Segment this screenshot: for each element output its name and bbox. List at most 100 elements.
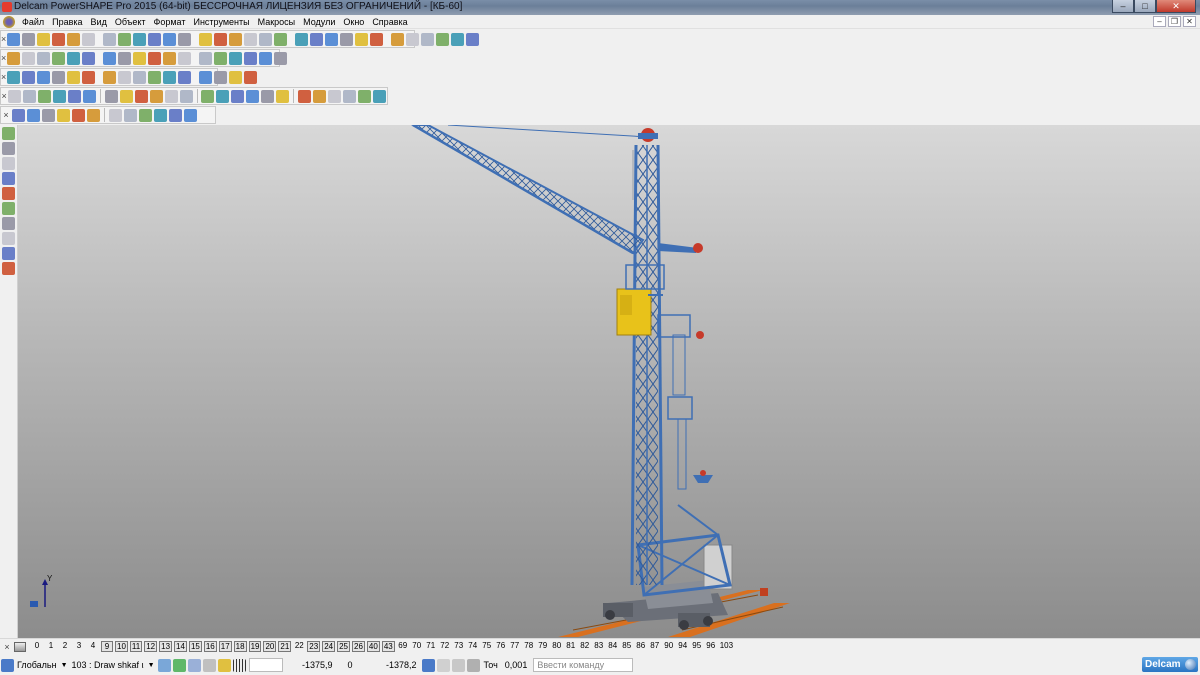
drawing-select[interactable]: 103 : Draw shkaf ι ▼ <box>72 660 155 670</box>
surfaces-toolbar-tool-icon[interactable] <box>53 89 67 103</box>
level-button[interactable]: 84 <box>607 641 619 652</box>
main-toolbar-tool-icon[interactable] <box>82 32 96 46</box>
workplane-select[interactable]: Глобальн ▼ <box>17 660 68 670</box>
surfaces-toolbar-tool-icon[interactable] <box>261 89 275 103</box>
view-toolbar-tool-icon[interactable] <box>67 51 81 65</box>
level-button[interactable]: 12 <box>144 641 158 652</box>
solids-toolbar-tool-icon[interactable] <box>184 108 197 122</box>
surfaces-toolbar-tool-icon[interactable] <box>201 89 215 103</box>
surfaces-toolbar-close-icon[interactable]: × <box>1 91 7 101</box>
level-button[interactable]: 17 <box>218 641 232 652</box>
level-button[interactable]: 43 <box>381 641 395 652</box>
main-toolbar-tool-icon[interactable] <box>391 32 405 46</box>
level-button[interactable]: 20 <box>263 641 277 652</box>
level-button[interactable]: 94 <box>677 641 689 652</box>
main-toolbar-tool-icon[interactable] <box>22 32 36 46</box>
menu-item-5[interactable]: Инструменты <box>189 15 253 29</box>
level-button[interactable]: 103 <box>719 641 734 652</box>
main-toolbar-tool-icon[interactable] <box>118 32 132 46</box>
grid-icon[interactable] <box>232 658 246 672</box>
level-button[interactable]: 81 <box>565 641 577 652</box>
level-button[interactable]: 85 <box>621 641 633 652</box>
level-button[interactable]: 22 <box>293 641 305 652</box>
level-button[interactable]: 18 <box>233 641 247 652</box>
level-button[interactable]: 26 <box>352 641 365 652</box>
objects-toolbar-tool-icon[interactable] <box>199 70 213 84</box>
level-button[interactable]: 0 <box>31 641 43 652</box>
objects-toolbar-tool-icon[interactable] <box>244 70 258 84</box>
solids-toolbar-tool-icon[interactable] <box>169 108 182 122</box>
main-toolbar-tool-icon[interactable] <box>274 32 288 46</box>
objects-toolbar-tool-icon[interactable] <box>67 70 81 84</box>
view-toolbar-tool-icon[interactable] <box>163 51 177 65</box>
main-toolbar-tool-icon[interactable] <box>355 32 369 46</box>
main-toolbar-tool-icon[interactable] <box>244 32 258 46</box>
solids-toolbar-tool-icon[interactable] <box>139 108 152 122</box>
main-toolbar-tool-icon[interactable] <box>370 32 384 46</box>
menu-item-2[interactable]: Вид <box>87 15 111 29</box>
main-toolbar-tool-icon[interactable] <box>295 32 309 46</box>
surfaces-toolbar-tool-icon[interactable] <box>246 89 260 103</box>
level-button[interactable]: 16 <box>203 641 217 652</box>
surfaces-toolbar-tool-icon[interactable] <box>23 89 37 103</box>
objects-toolbar-tool-icon[interactable] <box>52 70 66 84</box>
surfaces-toolbar-tool-icon[interactable] <box>149 89 163 103</box>
level-button[interactable]: 90 <box>663 641 675 652</box>
level-button[interactable]: 75 <box>481 641 493 652</box>
surfaces-toolbar-tool-icon[interactable] <box>83 89 97 103</box>
level-button[interactable]: 74 <box>467 641 479 652</box>
surfaces-toolbar-tool-icon[interactable] <box>134 89 148 103</box>
main-toolbar-tool-icon[interactable] <box>37 32 51 46</box>
main-toolbar-tool-icon[interactable] <box>133 32 147 46</box>
menu-item-9[interactable]: Справка <box>368 15 411 29</box>
minimize-button[interactable]: – <box>1112 0 1134 13</box>
main-toolbar-tool-icon[interactable] <box>451 32 465 46</box>
objects-toolbar-tool-icon[interactable] <box>148 70 162 84</box>
main-toolbar-tool-icon[interactable] <box>325 32 339 46</box>
calculator-icon[interactable] <box>436 658 450 672</box>
level-button[interactable]: 87 <box>649 641 661 652</box>
shading-icon[interactable] <box>187 658 201 672</box>
level-button[interactable]: 11 <box>129 641 143 652</box>
main-toolbar-tool-icon[interactable] <box>148 32 162 46</box>
view-toolbar-tool-icon[interactable] <box>148 51 162 65</box>
surfaces-toolbar-tool-icon[interactable] <box>342 89 356 103</box>
main-toolbar-tool-icon[interactable] <box>214 32 228 46</box>
surfaces-toolbar-tool-icon[interactable] <box>179 89 193 103</box>
menu-item-1[interactable]: Правка <box>48 15 86 29</box>
main-toolbar-tool-icon[interactable] <box>229 32 243 46</box>
colour-icon[interactable] <box>172 658 186 672</box>
menu-item-0[interactable]: Файл <box>18 15 48 29</box>
view-toolbar-tool-icon[interactable] <box>133 51 147 65</box>
doc-close-button[interactable]: ✕ <box>1183 16 1196 27</box>
objects-toolbar-tool-icon[interactable] <box>163 70 177 84</box>
level-button[interactable]: 19 <box>248 641 262 652</box>
level-button[interactable]: 3 <box>73 641 85 652</box>
objects-toolbar-tool-icon[interactable] <box>103 70 117 84</box>
level-button[interactable]: 10 <box>115 641 128 652</box>
workplane-icon[interactable] <box>1 658 14 672</box>
doc-restore-button[interactable]: ❐ <box>1168 16 1181 27</box>
menu-item-6[interactable]: Макросы <box>254 15 300 29</box>
level-button[interactable]: 72 <box>439 641 451 652</box>
view-toolbar-tool-icon[interactable] <box>214 51 228 65</box>
side-tool-icon[interactable] <box>2 217 15 230</box>
solids-toolbar-tool-icon[interactable] <box>27 108 40 122</box>
objects-toolbar-tool-icon[interactable] <box>133 70 147 84</box>
side-tool-icon[interactable] <box>2 232 15 245</box>
solids-toolbar-tool-icon[interactable] <box>109 108 122 122</box>
view-toolbar-tool-icon[interactable] <box>229 51 243 65</box>
main-toolbar-tool-icon[interactable] <box>259 32 273 46</box>
main-toolbar-tool-icon[interactable] <box>406 32 420 46</box>
command-input[interactable]: Ввести команду <box>533 658 634 672</box>
close-button[interactable]: ✕ <box>1156 0 1196 13</box>
solids-toolbar-tool-icon[interactable] <box>72 108 85 122</box>
side-tool-icon[interactable] <box>2 157 15 170</box>
view-toolbar-tool-icon[interactable] <box>199 51 213 65</box>
surfaces-toolbar-tool-icon[interactable] <box>68 89 82 103</box>
solids-toolbar-tool-icon[interactable] <box>42 108 55 122</box>
view-toolbar-tool-icon[interactable] <box>259 51 273 65</box>
level-button[interactable]: 83 <box>593 641 605 652</box>
side-tool-icon[interactable] <box>2 142 15 155</box>
material-icon[interactable] <box>157 658 171 672</box>
